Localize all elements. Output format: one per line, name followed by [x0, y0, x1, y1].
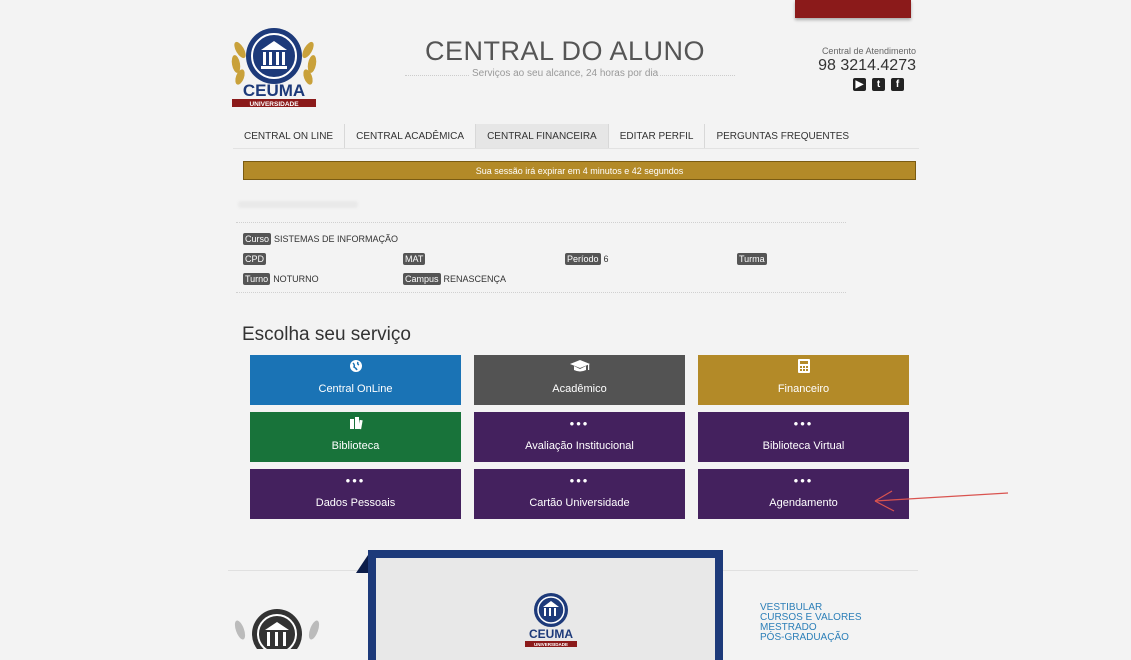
top-accent-bar: [795, 0, 911, 18]
info-row-turma: Turma: [737, 253, 770, 265]
services-title: Escolha seu serviço: [242, 324, 411, 345]
periodo-label: Período: [565, 253, 601, 265]
popup-logo-text: CEUMA: [529, 627, 573, 641]
footer-links: VESTIBULAR CURSOS E VALORES MESTRADO PÓS…: [760, 603, 862, 643]
books-icon: [250, 416, 461, 433]
service-biblioteca-virtual[interactable]: ••• Biblioteca Virtual: [698, 412, 909, 462]
ceuma-logo: CEUMA UNIVERSIDADE: [231, 28, 317, 108]
service-central-online[interactable]: Central OnLine: [250, 355, 461, 405]
nav-editar-perfil[interactable]: EDITAR PERFIL: [609, 124, 706, 148]
graduation-cap-icon: [474, 359, 685, 376]
contact-phone: 98 3214.4273: [818, 57, 916, 74]
mat-label: MAT: [403, 253, 426, 265]
popup-ceuma-logo: CEUMA UNIVERSIDADE: [525, 593, 577, 647]
service-label: Avaliação Institucional: [525, 440, 634, 452]
curso-label: Curso: [243, 233, 272, 245]
info-row-campus: Campus RENASCENÇA: [403, 273, 506, 285]
blurred-student-name: [238, 201, 358, 208]
service-academico[interactable]: Acadêmico: [474, 355, 685, 405]
calculator-icon: [698, 359, 909, 376]
annotation-arrow-icon: [874, 490, 1009, 512]
info-row-curso: Curso SISTEMAS DE INFORMAÇÃO: [243, 233, 398, 245]
turma-label: Turma: [737, 253, 767, 265]
popup-logo-subtext: UNIVERSIDADE: [534, 642, 568, 647]
main-nav: CENTRAL ON LINE CENTRAL ACADÊMICA CENTRA…: [233, 124, 860, 148]
service-biblioteca[interactable]: Biblioteca: [250, 412, 461, 462]
service-label: Dados Pessoais: [315, 497, 396, 509]
service-financeiro[interactable]: Financeiro: [698, 355, 909, 405]
logo-text: CEUMA: [243, 81, 305, 100]
facebook-icon[interactable]: f: [891, 78, 904, 91]
footer-link-pos[interactable]: PÓS-GRADUAÇÃO: [760, 633, 862, 643]
ellipsis-icon: •••: [569, 416, 590, 431]
ellipsis-icon: •••: [345, 473, 366, 488]
globe-icon: [250, 359, 461, 376]
info-row-periodo: Período 6: [565, 253, 609, 265]
turno-value: NOTURNO: [273, 274, 319, 284]
info-row-turno: Turno NOTURNO: [243, 273, 319, 285]
ellipsis-icon: •••: [793, 416, 814, 431]
service-cartao-universidade[interactable]: ••• Cartão Universidade: [474, 469, 685, 519]
page-subtitle: Serviços ao seu alcance, 24 horas por di…: [470, 68, 661, 79]
service-label: Financeiro: [777, 383, 830, 395]
service-label: Acadêmico: [552, 383, 607, 395]
page-title: CENTRAL DO ALUNO: [424, 36, 706, 66]
nav-central-financeira[interactable]: CENTRAL FINANCEIRA: [476, 124, 609, 148]
youtube-icon[interactable]: ▶: [853, 78, 866, 91]
info-divider-top: [236, 222, 846, 223]
session-timeout-banner: Sua sessão irá expirar em 4 minutos e 42…: [243, 161, 916, 180]
turno-label: Turno: [243, 273, 271, 285]
service-label: Cartão Universidade: [529, 497, 630, 509]
periodo-value: 6: [603, 254, 609, 264]
logo-subtext: UNIVERSIDADE: [249, 101, 299, 108]
nav-divider: [233, 148, 919, 149]
campus-value: RENASCENÇA: [443, 274, 507, 284]
service-label: Biblioteca Virtual: [762, 440, 845, 452]
service-dados-pessoais[interactable]: ••• Dados Pessoais: [250, 469, 461, 519]
social-links: ▶ t f: [853, 78, 904, 91]
footer-logo: [234, 609, 320, 649]
nav-central-academica[interactable]: CENTRAL ACADÊMICA: [345, 124, 477, 148]
contact-label: Central de Atendimento: [821, 46, 916, 56]
campus-label: Campus: [403, 273, 441, 285]
service-label: Central OnLine: [318, 383, 393, 395]
info-row-mat: MAT: [403, 253, 428, 265]
ellipsis-icon: •••: [569, 473, 590, 488]
info-divider-bottom: [236, 292, 846, 293]
info-row-cpd: CPD: [243, 253, 269, 265]
curso-value: SISTEMAS DE INFORMAÇÃO: [274, 234, 399, 244]
nav-central-online[interactable]: CENTRAL ON LINE: [233, 124, 346, 148]
nav-perguntas-frequentes[interactable]: PERGUNTAS FREQUENTES: [705, 124, 860, 148]
service-label: Biblioteca: [331, 440, 380, 452]
twitter-icon[interactable]: t: [872, 78, 885, 91]
cpd-label: CPD: [243, 253, 267, 265]
service-avaliacao-institucional[interactable]: ••• Avaliação Institucional: [474, 412, 685, 462]
